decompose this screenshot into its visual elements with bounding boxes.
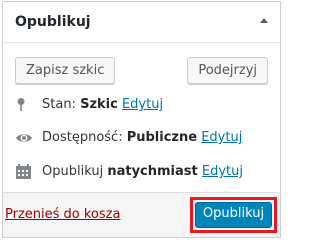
schedule-edit-link[interactable]: Edytuj [202,164,243,179]
status-label: Stan: [42,97,76,112]
schedule-label: Opublikuj [42,164,104,179]
move-to-trash-link[interactable]: Przenieś do kosza [5,207,120,222]
publish-panel: Opublikuj Zapisz szkic Podejrzyj Stan: S… [2,1,281,238]
status-value: Szkic [80,97,118,112]
pin-icon [15,97,33,113]
schedule-text: Opublikuj natychmiast Edytuj [42,162,243,182]
eye-icon [15,130,33,146]
visibility-text: Dostępność: Publiczne Edytuj [42,128,242,148]
status-text: Stan: Szkic Edytuj [42,95,163,115]
collapse-toggle-icon[interactable] [260,18,268,23]
panel-header[interactable]: Opublikuj [3,2,280,43]
preview-button[interactable]: Podejrzyj [187,57,268,84]
save-draft-button[interactable]: Zapisz szkic [15,57,116,84]
visibility-label: Dostępność: [42,130,123,145]
panel-footer: Przenieś do kosza Opublikuj [3,192,280,237]
visibility-value: Publiczne [126,130,198,145]
visibility-edit-link[interactable]: Edytuj [201,130,242,145]
calendar-icon [15,164,33,180]
panel-title: Opublikuj [15,14,91,30]
status-edit-link[interactable]: Edytuj [122,97,163,112]
schedule-value: natychmiast [107,164,198,179]
publish-button-highlight: Opublikuj [190,197,277,233]
publish-button[interactable]: Opublikuj [195,202,272,228]
